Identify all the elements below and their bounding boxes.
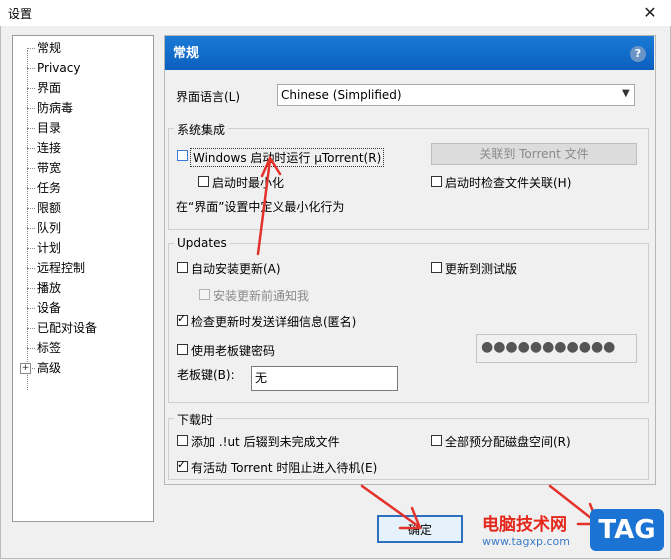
- watermark-site: 电脑技术网: [482, 515, 567, 535]
- watermark-tag-logo: TAG: [590, 509, 664, 551]
- watermark-url: www.tagxp.com: [482, 535, 570, 548]
- arrow-head-run-on-start: [260, 155, 282, 178]
- arrow-to-ok: [360, 484, 420, 528]
- annotation-arrows: [256, 155, 600, 530]
